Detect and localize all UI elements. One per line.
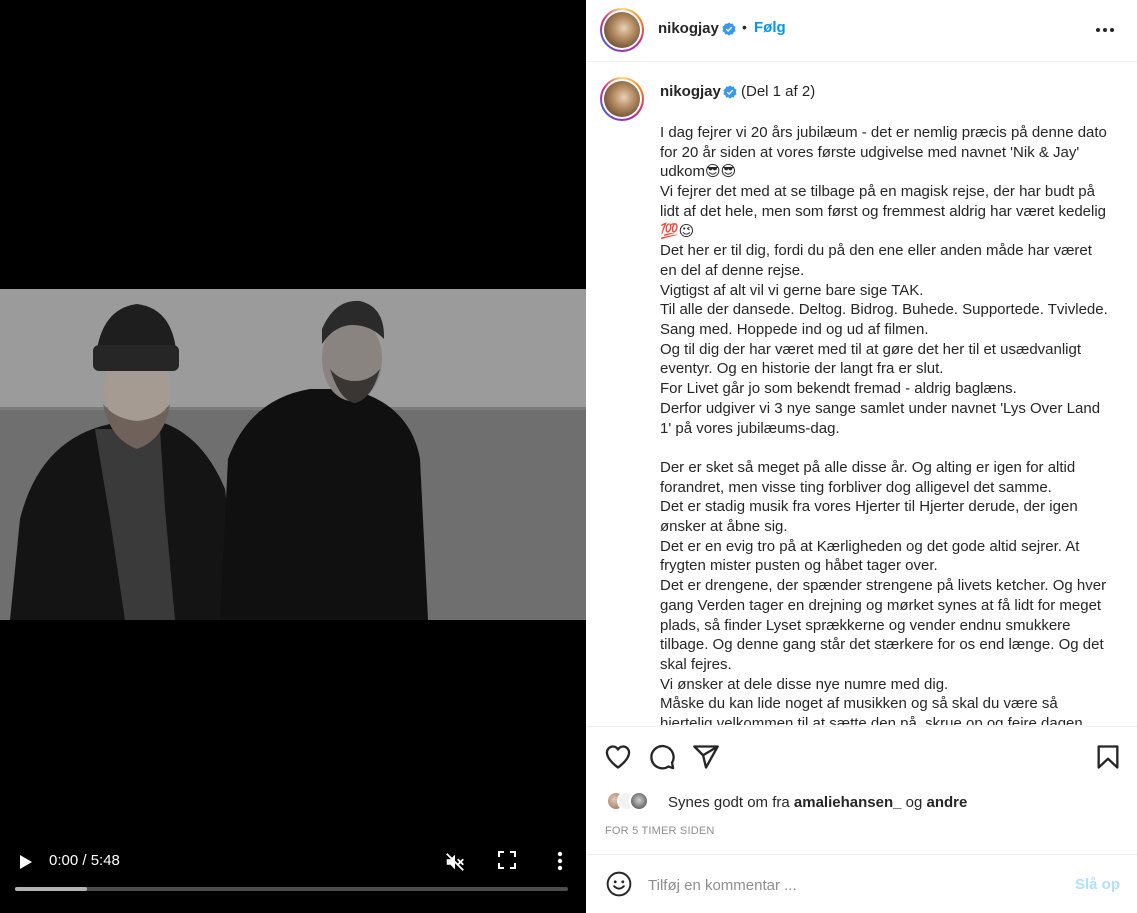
volume-muted-icon: [446, 853, 464, 871]
caption-line: Det her er til dig, fordi du på den ene …: [660, 242, 1092, 279]
post-timestamp[interactable]: FOR 5 TIMER SIDEN: [605, 825, 715, 837]
author-avatar[interactable]: [600, 8, 644, 52]
caption-author-username[interactable]: nikogjay: [660, 83, 721, 100]
time-display: 0:00 / 5:48: [49, 852, 120, 869]
fullscreen-icon: [498, 851, 516, 869]
video-progress-bar[interactable]: [15, 887, 568, 891]
caption-author-avatar[interactable]: [600, 77, 644, 121]
author-username[interactable]: nikogjay: [658, 20, 719, 37]
video-more-options-button[interactable]: [550, 849, 570, 873]
comment-button[interactable]: [648, 743, 676, 771]
caption-scroll-area[interactable]: nikogjay (Del 1 af 2) I dag fejrer vi 20…: [586, 63, 1137, 725]
caption-line: For Livet går jo som bekendt fremad - al…: [660, 380, 1017, 398]
caption-line: Der er sket så meget på alle disse år. O…: [660, 458, 1076, 496]
more-horizontal-icon: [1096, 28, 1114, 32]
likes-connector: og: [905, 794, 923, 811]
caption-line: Til alle der dansede. Deltog. Bidrog. Bu…: [660, 301, 1108, 339]
caption-line: Det er stadig musik fra vores Hjerter ti…: [660, 498, 1078, 536]
post-comment-button[interactable]: Slå op: [1075, 876, 1120, 893]
caption-scrollbar[interactable]: [1133, 63, 1137, 725]
divider: [586, 726, 1137, 727]
caption-line: Vi ønsker at dele disse nye numre med di…: [660, 675, 949, 693]
save-button[interactable]: [1094, 743, 1122, 771]
emoji-button[interactable]: [606, 871, 632, 897]
caption-line: Det er drengene, der spænder strengene p…: [660, 577, 1107, 673]
heart-icon: [605, 745, 631, 769]
caption-line: Måske du kan lide noget af musikken og s…: [660, 695, 1083, 725]
caption-line: Og til dig der har været med til at gøre…: [660, 340, 1082, 378]
post-header: nikogjay • Følg: [586, 0, 1137, 62]
video-frame[interactable]: [0, 289, 586, 620]
caption-line: Derfor udgiver vi 3 nye sange samlet und…: [660, 399, 1101, 437]
like-button[interactable]: [604, 743, 632, 771]
caption-line: Vigtigst af alt vil vi gerne bare sige T…: [660, 281, 924, 299]
caption-blank-line: [660, 438, 1110, 458]
caption-line: I dag fejrer vi 20 års jubilæum - det er…: [660, 124, 1107, 181]
likes-others-link[interactable]: andre: [927, 794, 968, 811]
caption-line: Vi fejrer det med at se tilbage på en ma…: [660, 183, 1107, 240]
follow-button[interactable]: Følg: [754, 19, 786, 36]
more-vertical-icon: [557, 851, 563, 871]
avatar: [629, 791, 649, 811]
smiley-icon: [606, 871, 632, 897]
fullscreen-button[interactable]: [496, 849, 518, 871]
share-button[interactable]: [692, 743, 720, 771]
video-player[interactable]: 0:00 / 5:48: [0, 0, 586, 913]
likes-summary: Synes godt om fra amaliehansen_ og andre: [668, 794, 967, 811]
video-still-image: [0, 289, 586, 620]
play-icon: [20, 855, 32, 869]
liker-avatars[interactable]: [606, 791, 666, 813]
caption-text: I dag fejrer vi 20 års jubilæum - det er…: [660, 123, 1110, 725]
bookmark-icon: [1097, 745, 1119, 769]
post-options-button[interactable]: [1094, 20, 1116, 40]
post-details-panel: nikogjay • Følg nikogjay (Del 1 af 2) I …: [586, 0, 1137, 913]
verified-badge-icon: [722, 22, 736, 36]
share-icon: [693, 745, 719, 769]
comment-input[interactable]: [648, 873, 1048, 897]
liker-username-link[interactable]: amaliehansen_: [794, 794, 902, 811]
comment-icon: [650, 744, 675, 770]
play-button[interactable]: [14, 850, 38, 874]
verified-badge-icon: [723, 85, 737, 99]
likes-prefix: Synes godt om fra: [668, 794, 790, 811]
divider: [586, 854, 1137, 855]
video-controls: 0:00 / 5:48: [0, 840, 586, 913]
caption-part-label: (Del 1 af 2): [741, 83, 816, 100]
video-progress-buffered: [15, 887, 87, 891]
mute-button[interactable]: [442, 849, 468, 875]
caption-line: Det er en evig tro på at Kærligheden og …: [660, 537, 1080, 575]
header-separator: •: [742, 19, 747, 35]
